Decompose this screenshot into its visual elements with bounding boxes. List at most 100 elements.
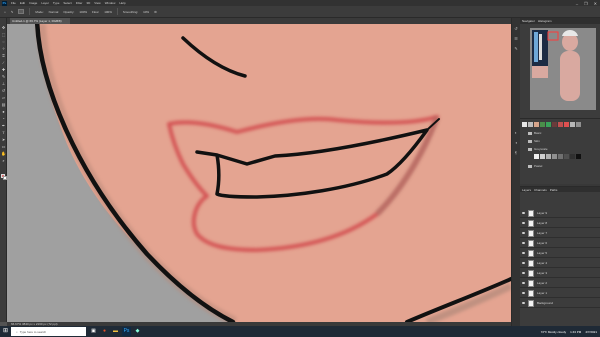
swatch[interactable] <box>576 122 581 127</box>
swatch[interactable] <box>564 122 569 127</box>
history-brush-icon[interactable]: ↺ <box>1 89 6 93</box>
tab-layers[interactable]: Layers <box>522 188 531 192</box>
layer-row[interactable]: Layer 2 <box>520 279 600 288</box>
browser-icon[interactable]: ● <box>100 327 109 336</box>
document-canvas[interactable] <box>7 24 511 322</box>
maximize-icon[interactable]: ❐ <box>584 1 588 6</box>
lasso-icon[interactable]: ◌ <box>1 40 6 44</box>
grey-swatch[interactable] <box>558 154 563 159</box>
clock-date[interactable]: 4/7/2021 <box>585 330 597 334</box>
paragraph-icon[interactable]: ¶ <box>513 150 519 156</box>
swatch[interactable] <box>552 122 557 127</box>
layer-row[interactable]: Layer 8 <box>520 219 600 228</box>
eye-icon[interactable] <box>522 292 525 294</box>
brush-icon[interactable]: ✎ <box>1 75 6 79</box>
taskbar-search-box[interactable]: ⌕ Type here to search <box>11 327 86 336</box>
swatch-group-label[interactable]: Skin <box>534 139 540 143</box>
menu-layer[interactable]: Layer <box>41 1 49 5</box>
pen-icon[interactable]: ✒ <box>1 124 6 128</box>
home-icon[interactable]: ⌂ <box>4 10 6 14</box>
swatch[interactable] <box>570 122 575 127</box>
grey-swatch[interactable] <box>546 154 551 159</box>
opacity-value[interactable]: 100% <box>79 10 87 14</box>
mode-select[interactable]: Normal <box>49 10 59 14</box>
weather-text[interactable]: 72°F Mostly cloudy <box>541 330 566 334</box>
hand-icon[interactable]: ✋ <box>1 152 6 156</box>
layer-row[interactable]: Layer 9 <box>520 209 600 218</box>
history-icon[interactable]: ↺ <box>513 26 519 32</box>
eye-icon[interactable] <box>522 232 525 234</box>
menu-select[interactable]: Select <box>63 1 71 5</box>
brushes-icon[interactable]: ✎ <box>513 46 519 52</box>
eye-icon[interactable] <box>522 282 525 284</box>
menu-view[interactable]: View <box>94 1 100 5</box>
eye-icon[interactable] <box>522 222 525 224</box>
swatch[interactable] <box>546 122 551 127</box>
type-icon[interactable]: T <box>1 131 6 135</box>
smoothing-value[interactable]: 10% <box>143 10 149 14</box>
tab-navigator[interactable]: Navigator <box>522 19 535 23</box>
eye-icon[interactable] <box>522 252 525 254</box>
layer-row[interactable]: Layer 6 <box>520 239 600 248</box>
layer-row[interactable]: Background <box>520 299 600 308</box>
swatch-group-label[interactable]: Greyscale <box>534 147 548 151</box>
marquee-icon[interactable]: ⬚ <box>1 33 6 37</box>
crop-icon[interactable]: ⌗ <box>1 54 6 58</box>
swatch[interactable] <box>522 122 527 127</box>
grey-swatch[interactable] <box>576 154 581 159</box>
rectangle-icon[interactable]: ▭ <box>1 145 6 149</box>
swatch-group-label[interactable]: Basic <box>534 131 541 135</box>
menu-edit[interactable]: Edit <box>20 1 25 5</box>
menu-help[interactable]: Help <box>119 1 125 5</box>
layer-row[interactable]: Layer 7 <box>520 229 600 238</box>
adjustments-icon[interactable]: ◑ <box>513 140 519 146</box>
menu-filter[interactable]: Filter <box>76 1 83 5</box>
swatch[interactable] <box>558 122 563 127</box>
menu-3d[interactable]: 3D <box>86 1 90 5</box>
eye-icon[interactable] <box>522 272 525 274</box>
swatch[interactable] <box>534 122 539 127</box>
grey-swatch[interactable] <box>552 154 557 159</box>
file-explorer-icon[interactable]: ▬ <box>111 327 120 336</box>
layer-row[interactable]: Layer 4 <box>520 259 600 268</box>
menu-type[interactable]: Type <box>53 1 60 5</box>
tab-paths[interactable]: Paths <box>550 188 558 192</box>
gear-icon[interactable]: ⚙ <box>154 10 157 14</box>
zoom-icon[interactable]: ⌕ <box>1 159 6 163</box>
menu-window[interactable]: Window <box>105 1 116 5</box>
grey-swatch[interactable] <box>534 154 539 159</box>
navigator-thumbnail[interactable] <box>530 28 596 110</box>
layer-row[interactable]: Layer 3 <box>520 269 600 278</box>
layer-row[interactable]: Layer 5 <box>520 249 600 258</box>
swatch-group-label[interactable]: Pastel <box>534 164 542 168</box>
eye-icon[interactable] <box>522 212 525 214</box>
eraser-icon[interactable]: ▱ <box>1 96 6 100</box>
photoshop-taskbar-icon[interactable]: Ps <box>122 327 131 336</box>
path-select-icon[interactable]: ➤ <box>1 138 6 142</box>
menu-image[interactable]: Image <box>29 1 37 5</box>
brush-preset-icon[interactable]: ✎ <box>11 10 14 14</box>
close-icon[interactable]: ✕ <box>594 1 597 6</box>
eyedropper-icon[interactable]: ⁄ <box>1 61 6 65</box>
gradient-icon[interactable]: ▤ <box>1 103 6 107</box>
grey-swatch[interactable] <box>570 154 575 159</box>
magic-wand-icon[interactable]: ✧ <box>1 47 6 51</box>
color-icon[interactable]: ◐ <box>513 130 519 136</box>
swatch[interactable] <box>528 122 533 127</box>
minimize-icon[interactable]: – <box>576 1 578 6</box>
layer-row[interactable]: Layer 1 <box>520 289 600 298</box>
clock-time[interactable]: 1:43 PM <box>570 330 581 334</box>
tab-channels[interactable]: Channels <box>534 188 547 192</box>
flow-value[interactable]: 100% <box>104 10 112 14</box>
app-icon[interactable]: ◆ <box>133 327 142 336</box>
windows-start-icon[interactable]: ⊞ <box>2 328 9 335</box>
grey-swatch[interactable] <box>540 154 545 159</box>
task-view-icon[interactable]: ▣ <box>89 327 98 336</box>
dodge-icon[interactable]: ◔ <box>1 117 6 121</box>
menu-file[interactable]: File <box>11 1 16 5</box>
eye-icon[interactable] <box>522 242 525 244</box>
brush-size-swatch[interactable] <box>18 9 25 14</box>
eye-icon[interactable] <box>522 302 525 304</box>
healing-icon[interactable]: ✚ <box>1 68 6 72</box>
tab-histogram[interactable]: Histogram <box>538 19 552 23</box>
